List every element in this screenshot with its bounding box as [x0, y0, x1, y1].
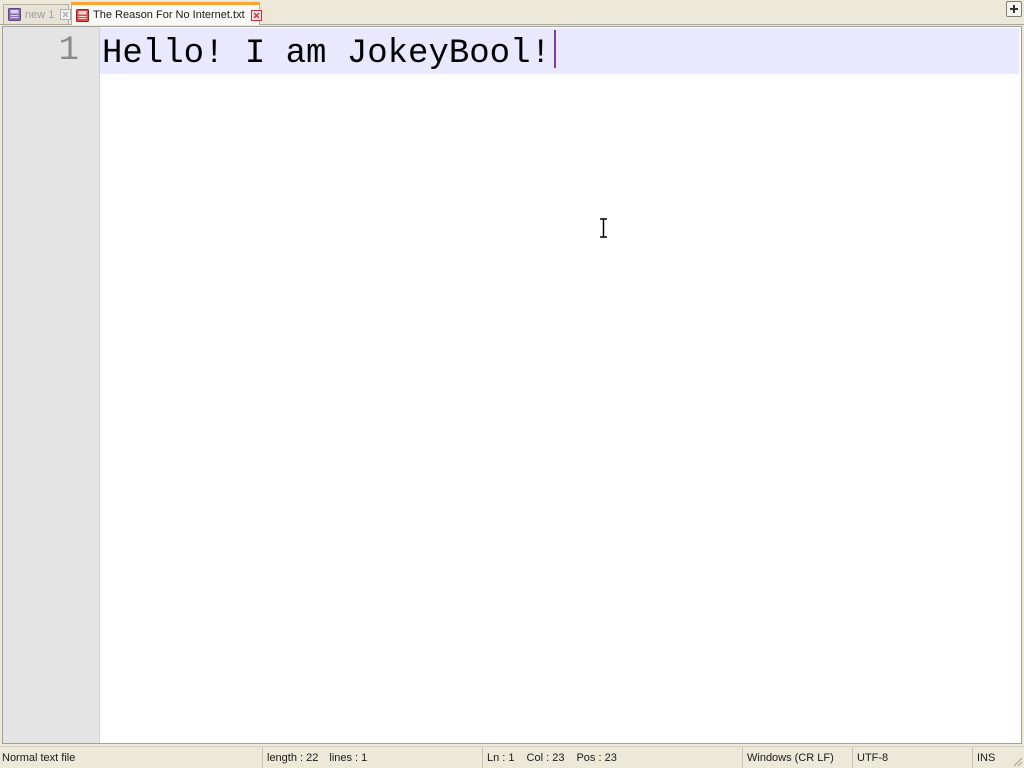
status-length: length : 22: [267, 751, 319, 764]
status-length-lines: length : 22 lines : 1: [263, 747, 483, 768]
file-unsaved-icon: [76, 8, 89, 22]
close-icon[interactable]: [250, 9, 262, 21]
status-position: Ln : 1 Col : 23 Pos : 23: [483, 747, 743, 768]
editor-line[interactable]: Hello! I am JokeyBool!: [102, 30, 556, 75]
status-encoding-text: UTF-8: [857, 751, 889, 764]
tab-bar: new 1 The Reason For No Internet.txt: [0, 0, 1024, 26]
status-file-type: Normal text file: [0, 747, 263, 768]
status-mode-text: INS: [977, 751, 996, 764]
status-pos: Pos : 23: [576, 751, 617, 764]
tab-the-reason-for-no-internet[interactable]: The Reason For No Internet.txt: [71, 2, 262, 25]
tab-label: new 1: [25, 8, 55, 21]
line-number: 1: [58, 32, 79, 70]
plus-icon[interactable]: [1006, 1, 1022, 17]
status-eol-text: Windows (CR LF): [747, 751, 834, 764]
status-bar: Normal text file length : 22 lines : 1 L…: [0, 746, 1024, 768]
status-eol[interactable]: Windows (CR LF): [743, 747, 853, 768]
status-file-type-text: Normal text file: [2, 751, 76, 764]
status-col: Col : 23: [526, 751, 565, 764]
status-encoding[interactable]: UTF-8: [853, 747, 973, 768]
line-number-gutter: 1: [3, 27, 100, 743]
resize-grip-icon[interactable]: [1011, 755, 1023, 767]
text-editor[interactable]: 1 Hello! I am JokeyBool!: [2, 26, 1022, 744]
tab-label: The Reason For No Internet.txt: [93, 9, 245, 21]
file-saved-icon: [8, 8, 21, 21]
status-lines: lines : 1: [329, 751, 368, 764]
tab-new-1[interactable]: new 1: [3, 4, 72, 24]
line-text: Hello! I am JokeyBool!: [102, 35, 551, 73]
close-icon[interactable]: [60, 9, 72, 20]
text-cursor-icon: [600, 218, 607, 238]
text-caret: [553, 30, 556, 68]
status-ln: Ln : 1: [487, 751, 515, 764]
